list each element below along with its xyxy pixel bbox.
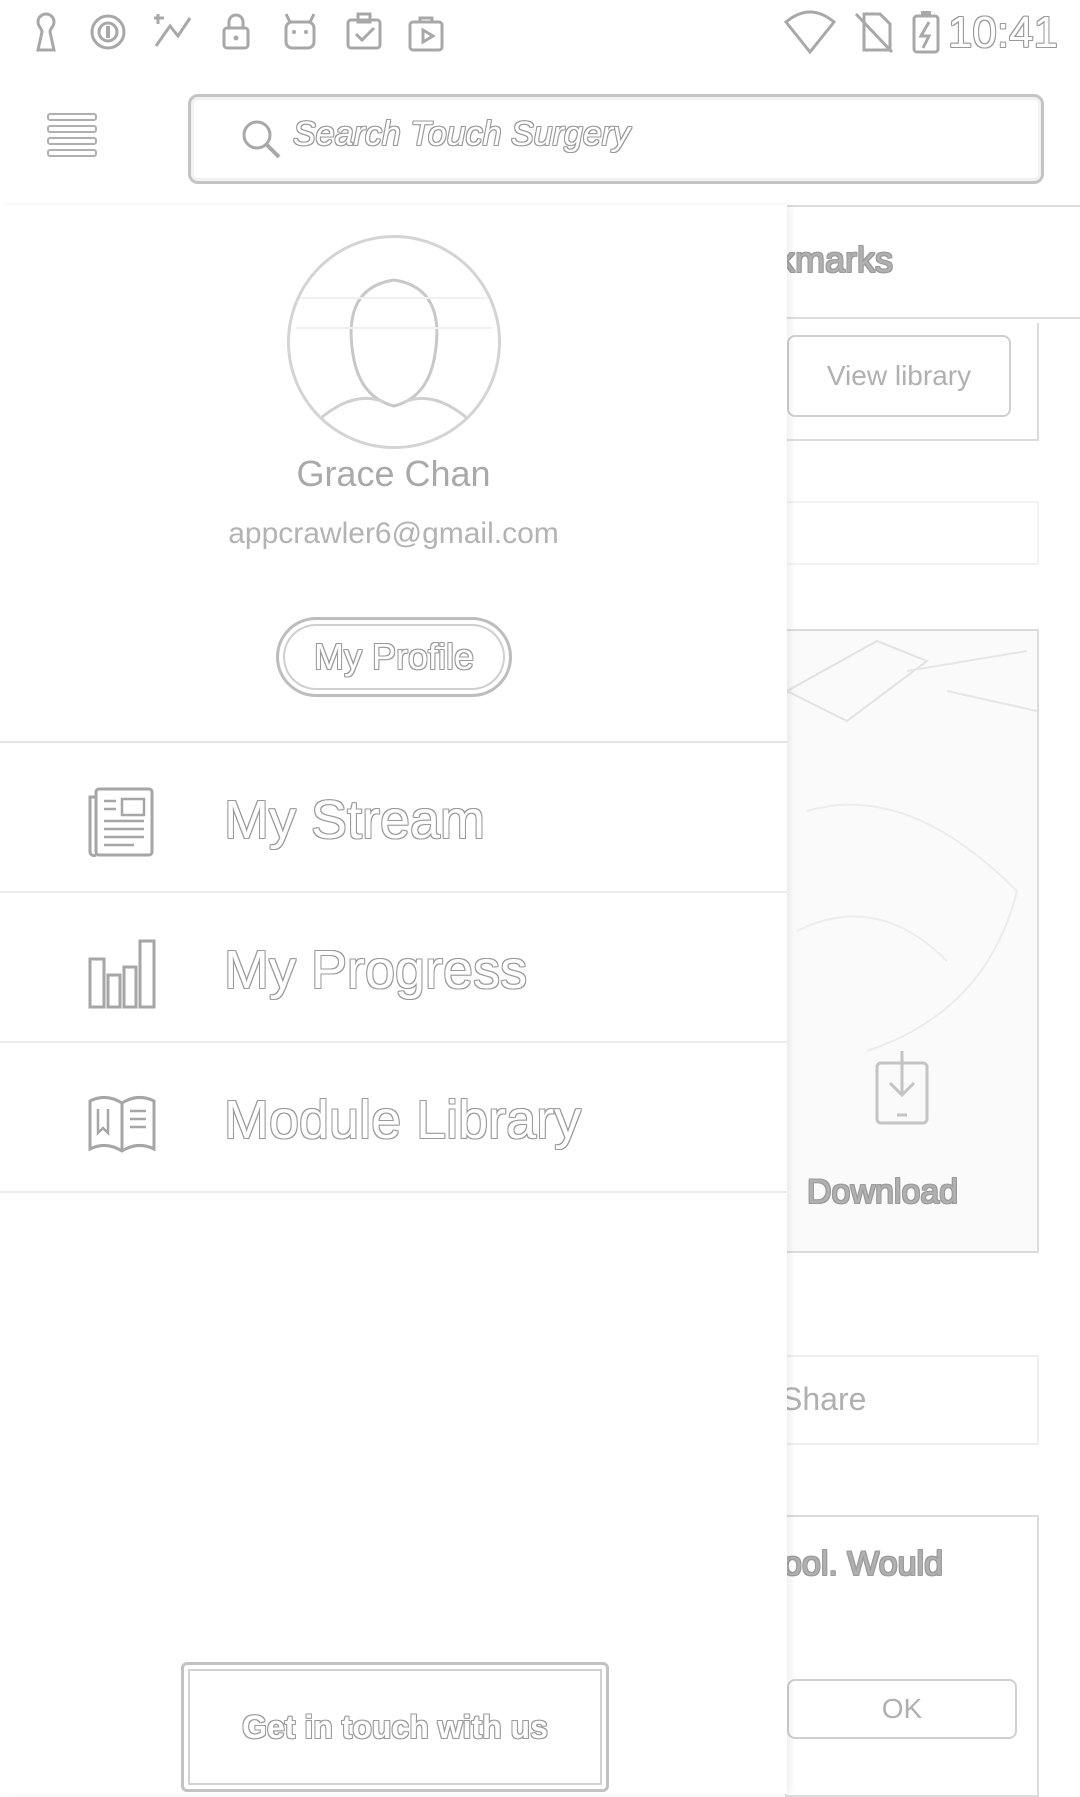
nav-label-module-library: Module Library [224,1090,582,1150]
play-bag-icon [408,16,444,52]
no-sim-icon [854,12,894,54]
open-book-icon [88,1096,156,1153]
search-placeholder: Search Touch Surgery [293,115,631,153]
newspaper-icon [88,787,154,858]
nav-item-module-library[interactable]: Module Library [0,1043,787,1193]
stats-icon [154,14,192,47]
bookmarks-fragment: kmarks [777,239,893,280]
search-bar[interactable]: Search Touch Surgery [188,94,1044,184]
spacer-card [785,501,1039,565]
dialog-fragment: ool. Would [783,1545,944,1583]
module-thumbnail[interactable]: Download [785,629,1039,1253]
clipboard-check-icon [346,12,382,50]
search-icon [242,120,281,159]
user-name: Grace Chan [296,453,491,494]
wifi-icon [783,10,837,55]
download-icon [875,1051,929,1125]
nav-item-my-stream[interactable]: My Stream [0,743,787,893]
dialog-card: ool. Would OK [783,1515,1039,1797]
share-fragment[interactable]: Share [781,1381,866,1418]
nav-item-my-progress[interactable]: My Progress [0,893,787,1043]
bar-chart-icon [88,939,156,1009]
share-card: Share [781,1355,1039,1445]
background-content: kmarks View library Download Share ool. … [777,205,1080,1797]
lock-icon [222,13,250,50]
nav-label-my-stream: My Stream [224,790,486,850]
get-in-touch-button[interactable]: Get in touch with us [181,1662,609,1792]
battery-charging-icon [912,11,940,54]
keyhole-icon [36,12,56,52]
circle-lock-icon [90,14,126,50]
ok-button[interactable]: OK [787,1679,1017,1739]
user-email: appcrawler6@gmail.com [228,517,559,550]
bookmarks-card: kmarks [777,205,1080,319]
avatar[interactable] [287,235,501,449]
navigation-drawer: Grace Chan appcrawler6@gmail.com My Prof… [0,205,787,1794]
view-library-button[interactable]: View library [787,335,1011,417]
library-card: View library [785,323,1039,441]
menu-icon[interactable] [46,108,98,164]
person-silhouette-icon [296,278,492,430]
android-icon [284,13,316,50]
nav-label-my-progress: My Progress [224,940,528,1000]
status-bar: 10:41 [0,0,1080,66]
my-profile-button[interactable]: My Profile [276,617,512,697]
status-time: 10:41 [947,8,1058,57]
get-in-touch-label: Get in touch with us [242,1709,548,1745]
thumbnail-sketch [787,639,1037,1052]
my-profile-label: My Profile [313,636,475,677]
download-label: Download [807,1173,959,1211]
